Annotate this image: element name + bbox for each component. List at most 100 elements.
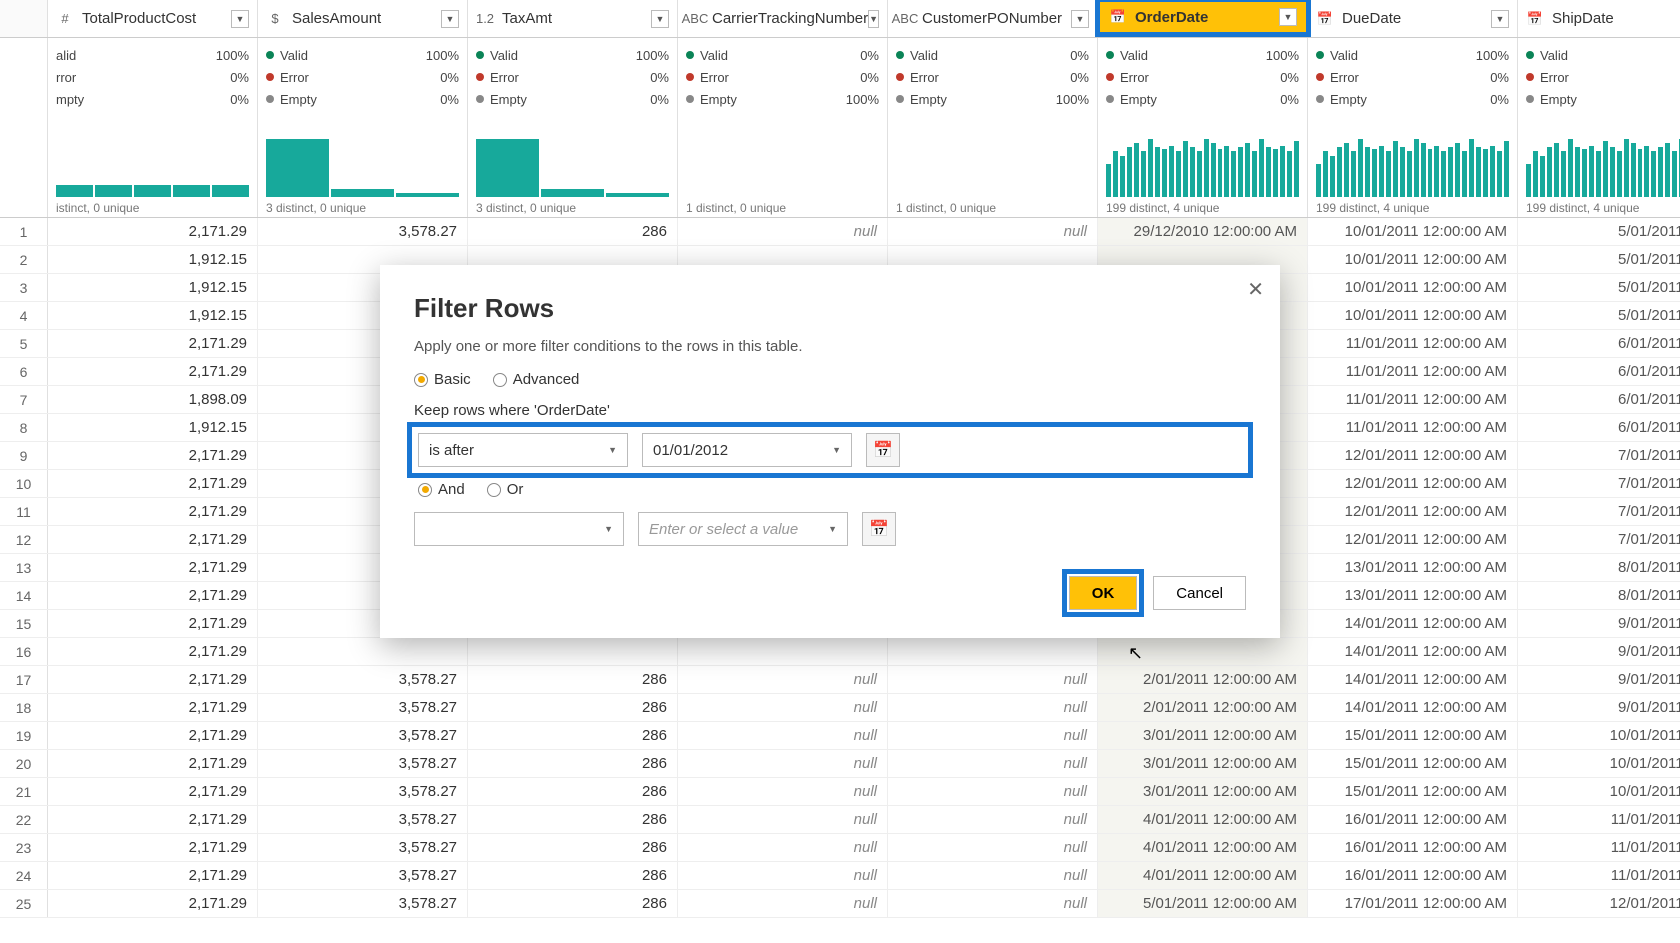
cell[interactable] xyxy=(888,638,1098,665)
calendar-button-2[interactable]: 📅 xyxy=(862,512,896,546)
table-row[interactable]: 222,171.293,578.27286nullnull4/01/2011 1… xyxy=(0,806,1680,834)
cell[interactable]: 286 xyxy=(468,862,678,889)
cell[interactable]: 3/01/2011 12:00:00 AM xyxy=(1098,750,1308,777)
cell[interactable]: 4/01/2011 12:00:00 AM xyxy=(1098,862,1308,889)
cell[interactable]: 4/01/2011 12:00:00 AM xyxy=(1098,806,1308,833)
radio-or[interactable]: Or xyxy=(487,481,524,498)
cell[interactable]: 29/12/2010 12:00:00 AM xyxy=(1098,218,1308,245)
table-row[interactable]: 252,171.293,578.27286nullnull5/01/2011 1… xyxy=(0,890,1680,918)
chevron-down-icon[interactable]: ▼ xyxy=(1279,8,1297,26)
cell[interactable]: 2,171.29 xyxy=(48,722,258,749)
cell[interactable]: 286 xyxy=(468,750,678,777)
cell[interactable]: 2,171.29 xyxy=(48,442,258,469)
column-header-orderdate[interactable]: 📅OrderDate▼ xyxy=(1098,0,1308,34)
cell[interactable]: 14/01/2011 12:00:00 AM xyxy=(1308,694,1518,721)
table-row[interactable]: 182,171.293,578.27286nullnull2/01/2011 1… xyxy=(0,694,1680,722)
cell[interactable]: 7/01/2011 12:0 xyxy=(1518,442,1680,469)
cancel-button[interactable]: Cancel xyxy=(1153,576,1246,610)
cell[interactable]: 10/01/2011 12:0 xyxy=(1518,778,1680,805)
cell[interactable]: 6/01/2011 12:0 xyxy=(1518,330,1680,357)
cell[interactable] xyxy=(1098,638,1308,665)
table-row[interactable]: 242,171.293,578.27286nullnull4/01/2011 1… xyxy=(0,862,1680,890)
cell[interactable]: 4/01/2011 12:00:00 AM xyxy=(1098,834,1308,861)
column-header-duedate[interactable]: 📅DueDate▼ xyxy=(1308,0,1518,37)
cell[interactable]: 3,578.27 xyxy=(258,218,468,245)
cell[interactable]: 2,171.29 xyxy=(48,330,258,357)
cell[interactable]: null xyxy=(678,694,888,721)
cell[interactable]: 1,898.09 xyxy=(48,386,258,413)
cell[interactable]: 3,578.27 xyxy=(258,778,468,805)
cell[interactable]: 2,171.29 xyxy=(48,470,258,497)
cell[interactable]: 17/01/2011 12:00:00 AM xyxy=(1308,890,1518,917)
cell[interactable]: 3,578.27 xyxy=(258,694,468,721)
cell[interactable]: 6/01/2011 12:0 xyxy=(1518,414,1680,441)
cell[interactable]: 10/01/2011 12:00:00 AM xyxy=(1308,302,1518,329)
cell[interactable]: 7/01/2011 12:0 xyxy=(1518,470,1680,497)
cell[interactable]: 3,578.27 xyxy=(258,890,468,917)
chevron-down-icon[interactable]: ▼ xyxy=(1491,10,1509,28)
cell[interactable]: 14/01/2011 12:00:00 AM xyxy=(1308,610,1518,637)
cell[interactable]: null xyxy=(888,834,1098,861)
cell[interactable]: 12/01/2011 12:00:00 AM xyxy=(1308,442,1518,469)
cell[interactable]: 5/01/2011 12:0 xyxy=(1518,302,1680,329)
cell[interactable]: null xyxy=(888,694,1098,721)
column-header-carriertrackingnumber[interactable]: ABCCarrierTrackingNumber▼ xyxy=(678,0,888,37)
cell[interactable]: null xyxy=(888,862,1098,889)
cell[interactable]: 16/01/2011 12:00:00 AM xyxy=(1308,806,1518,833)
cell[interactable]: 2,171.29 xyxy=(48,666,258,693)
cell[interactable]: null xyxy=(888,806,1098,833)
cell[interactable]: 3,578.27 xyxy=(258,834,468,861)
cell[interactable]: 2,171.29 xyxy=(48,694,258,721)
cell[interactable]: 12/01/2011 12:0 xyxy=(1518,890,1680,917)
cell[interactable]: null xyxy=(888,778,1098,805)
cell[interactable]: 2,171.29 xyxy=(48,554,258,581)
column-header-taxamt[interactable]: 1.2TaxAmt▼ xyxy=(468,0,678,37)
cell[interactable]: null xyxy=(888,666,1098,693)
chevron-down-icon[interactable]: ▼ xyxy=(231,10,249,28)
cell[interactable]: 286 xyxy=(468,666,678,693)
cell[interactable]: 15/01/2011 12:00:00 AM xyxy=(1308,778,1518,805)
cell[interactable]: 6/01/2011 12:0 xyxy=(1518,358,1680,385)
chevron-down-icon[interactable]: ▼ xyxy=(651,10,669,28)
cell[interactable]: 5/01/2011 12:0 xyxy=(1518,218,1680,245)
cell[interactable]: null xyxy=(888,722,1098,749)
cell[interactable]: null xyxy=(888,750,1098,777)
cell[interactable]: 1,912.15 xyxy=(48,246,258,273)
cell[interactable]: null xyxy=(678,722,888,749)
cell[interactable]: 2,171.29 xyxy=(48,610,258,637)
table-row[interactable]: 212,171.293,578.27286nullnull3/01/2011 1… xyxy=(0,778,1680,806)
chevron-down-icon[interactable]: ▼ xyxy=(1071,10,1089,28)
cell[interactable]: null xyxy=(888,890,1098,917)
cell[interactable]: 13/01/2011 12:00:00 AM xyxy=(1308,582,1518,609)
cell[interactable]: 11/01/2011 12:0 xyxy=(1518,834,1680,861)
cell[interactable]: null xyxy=(678,834,888,861)
cell[interactable]: 2,171.29 xyxy=(48,218,258,245)
cell[interactable]: 286 xyxy=(468,218,678,245)
close-icon[interactable]: ✕ xyxy=(1247,277,1264,302)
cell[interactable] xyxy=(258,638,468,665)
cell[interactable]: 2,171.29 xyxy=(48,862,258,889)
cell[interactable]: 1,912.15 xyxy=(48,302,258,329)
radio-basic[interactable]: Basic xyxy=(414,371,471,388)
operator-select-1[interactable]: is after▼ xyxy=(418,433,628,467)
cell[interactable]: 2,171.29 xyxy=(48,526,258,553)
cell[interactable]: 15/01/2011 12:00:00 AM xyxy=(1308,750,1518,777)
column-header-totalproductcost[interactable]: #TotalProductCost▼ xyxy=(48,0,258,37)
cell[interactable]: 3,578.27 xyxy=(258,750,468,777)
cell[interactable]: 2,171.29 xyxy=(48,890,258,917)
chevron-down-icon[interactable]: ▼ xyxy=(868,10,879,28)
calendar-button-1[interactable]: 📅 xyxy=(866,433,900,467)
cell[interactable]: 10/01/2011 12:0 xyxy=(1518,750,1680,777)
radio-advanced[interactable]: Advanced xyxy=(493,371,580,388)
cell[interactable]: 11/01/2011 12:00:00 AM xyxy=(1308,330,1518,357)
cell[interactable]: 12/01/2011 12:00:00 AM xyxy=(1308,470,1518,497)
cell[interactable]: 2,171.29 xyxy=(48,582,258,609)
operator-select-2[interactable]: ▼ xyxy=(414,512,624,546)
cell[interactable]: null xyxy=(678,750,888,777)
cell[interactable]: 2,171.29 xyxy=(48,638,258,665)
cell[interactable]: 5/01/2011 12:0 xyxy=(1518,274,1680,301)
cell[interactable]: 11/01/2011 12:00:00 AM xyxy=(1308,414,1518,441)
cell[interactable]: 2,171.29 xyxy=(48,498,258,525)
cell[interactable]: 286 xyxy=(468,694,678,721)
table-row[interactable]: 202,171.293,578.27286nullnull3/01/2011 1… xyxy=(0,750,1680,778)
